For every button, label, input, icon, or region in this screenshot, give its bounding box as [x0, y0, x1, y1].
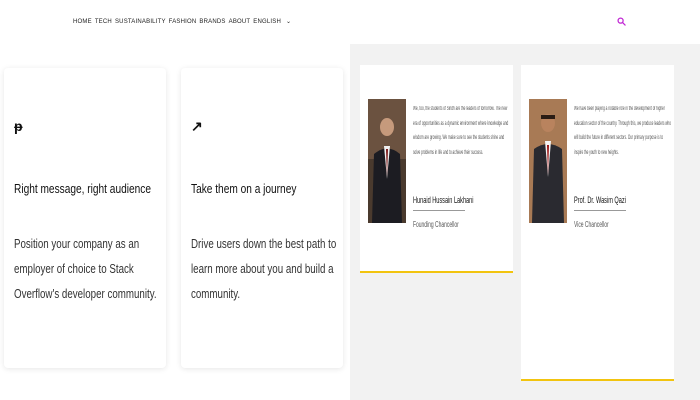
person-quote: We, too, the students of Sindh are the l…: [413, 106, 509, 156]
person-role: Founding Chancellor: [413, 220, 459, 229]
feature-card-title: Take them on a journey: [191, 181, 297, 196]
person-card-vice-chancellor: We have been playing a notable role in t…: [521, 65, 674, 381]
feature-card-right-message: ᵽ Right message, right audience Position…: [4, 68, 166, 368]
person-quote: We have been playing a notable role in t…: [574, 106, 672, 156]
feature-card-body: Position your company as an employer of …: [14, 237, 157, 301]
search-icon[interactable]: [617, 17, 626, 26]
megaphone-icon: ᵽ: [14, 118, 23, 134]
feature-card-journey: ↗ Take them on a journey Drive users dow…: [181, 68, 343, 368]
nav-item-brands[interactable]: BRANDS: [199, 19, 225, 25]
person-photo: [529, 99, 567, 223]
person-name: Prof. Dr. Wasim Qazi: [574, 195, 626, 205]
chevron-down-icon[interactable]: ⌄: [286, 18, 291, 25]
name-underline: [413, 210, 465, 211]
person-role: Vice Chancellor: [574, 220, 609, 229]
person-photo: [368, 99, 406, 223]
nav-item-sustainability[interactable]: SUSTAINABILITY: [115, 19, 166, 25]
nav-menu: HOME TECH SUSTAINABILITY FASHION BRANDS …: [73, 18, 291, 26]
nav-item-language[interactable]: ENGLISH: [253, 19, 281, 25]
top-navigation: HOME TECH SUSTAINABILITY FASHION BRANDS …: [0, 0, 700, 44]
person-card-chancellor: We, too, the students of Sindh are the l…: [360, 65, 513, 273]
feature-card-body: Drive users down the best path to learn …: [191, 237, 337, 301]
nav-item-tech[interactable]: TECH: [95, 19, 112, 25]
nav-item-fashion[interactable]: FASHION: [169, 19, 197, 25]
person-name: Hunaid Hussain Lakhani: [413, 195, 474, 205]
nav-item-about[interactable]: ABOUT: [229, 19, 251, 25]
nav-item-home[interactable]: HOME: [73, 19, 92, 25]
feature-card-title: Right message, right audience: [14, 181, 151, 196]
name-underline: [574, 210, 626, 211]
path-icon: ↗: [191, 118, 203, 134]
